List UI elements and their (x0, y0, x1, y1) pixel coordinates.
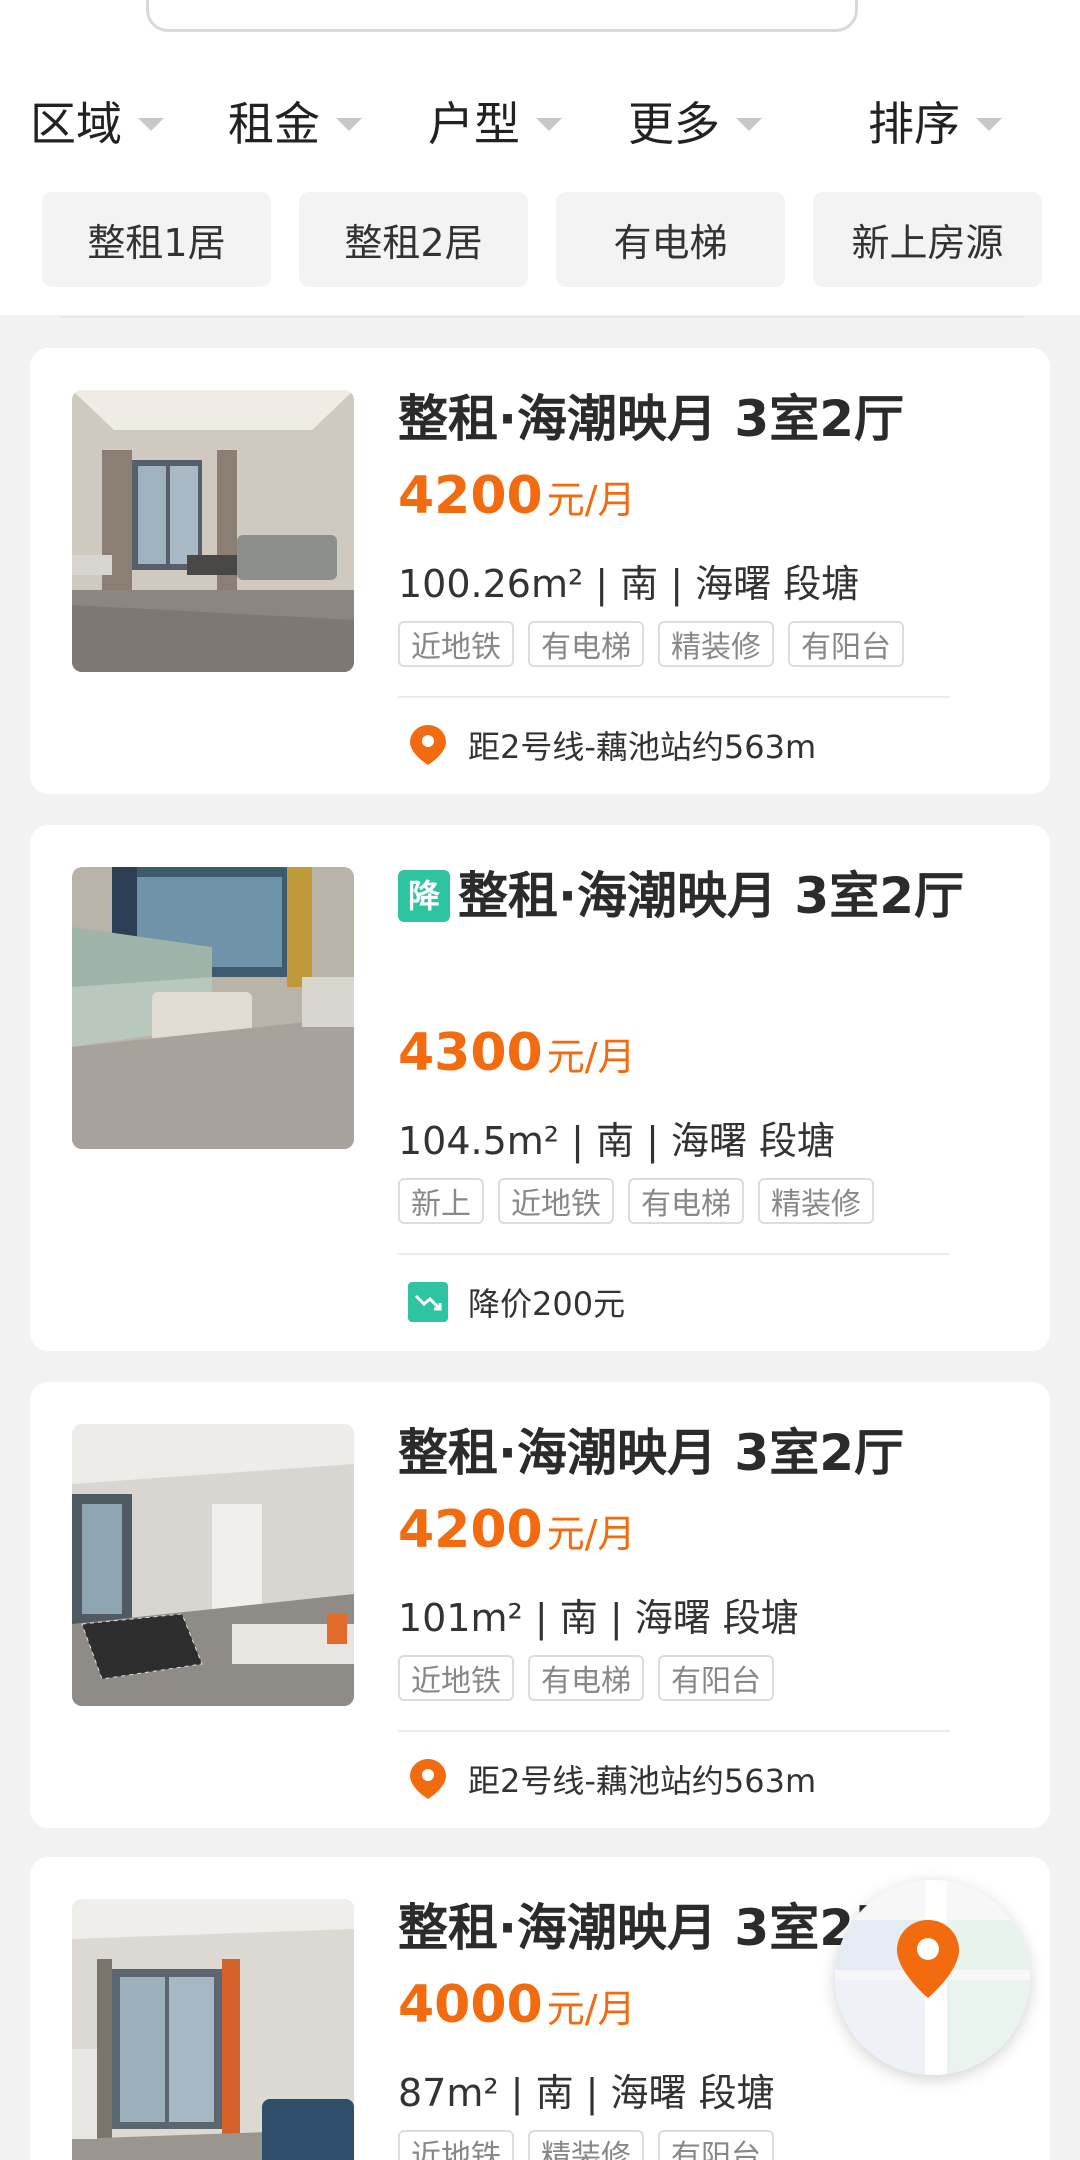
price-value: 4200 (398, 1500, 543, 1560)
listing-tag: 新上 (398, 1178, 484, 1224)
listing-meta: 87m² | 南 | 海曙 段塘 (398, 2071, 775, 2115)
price-unit: 元/月 (546, 1512, 636, 1556)
listing-tag: 近地铁 (398, 1655, 514, 1701)
quick-filter-bar: 整租1居 整租2居 有电梯 新上房源 (0, 192, 1080, 287)
listing-photo (72, 1424, 354, 1706)
quick-filter-chip[interactable]: 新上房源 (813, 192, 1042, 287)
listing-price: 4000 元/月 (398, 1975, 636, 2035)
search-box[interactable] (146, 0, 858, 32)
tag-list: 近地铁 精装修 有阳台 (398, 2130, 774, 2160)
listing-title-text: 整租·海潮映月 3室2厅 (458, 867, 964, 925)
map-pin-icon (835, 1880, 1030, 2075)
filter-rent[interactable]: 租金 (228, 85, 362, 157)
metro-distance-text: 距2号线-藕池站约563m (468, 1762, 817, 1800)
listing-tag: 近地铁 (498, 1178, 614, 1224)
filter-label: 区域 (30, 97, 122, 151)
listing-photo (72, 1899, 354, 2160)
listing-price: 4300 元/月 (398, 1023, 636, 1083)
listing-tag: 有阳台 (788, 621, 904, 667)
location-pin-icon (408, 1759, 448, 1799)
listing-tag: 近地铁 (398, 621, 514, 667)
caret-down-icon (138, 117, 164, 131)
listing-tag: 近地铁 (398, 2130, 514, 2160)
price-value: 4300 (398, 1023, 543, 1083)
filter-label: 排序 (868, 97, 960, 151)
listing-tag: 精装修 (658, 621, 774, 667)
tag-list: 近地铁 有电梯 有阳台 (398, 1655, 774, 1701)
caret-down-icon (976, 117, 1002, 131)
listing-meta: 104.5m² | 南 | 海曙 段塘 (398, 1119, 836, 1163)
listing-meta: 100.26m² | 南 | 海曙 段塘 (398, 562, 860, 606)
filter-layout[interactable]: 户型 (428, 85, 562, 157)
filter-sort[interactable]: 排序 (868, 85, 1002, 157)
listing-tag: 有电梯 (628, 1178, 744, 1224)
filter-bar: 区域 租金 户型 更多 排序 (0, 85, 1080, 157)
listing-photo (72, 867, 354, 1149)
listing-title: 降整租·海潮映月 3室2厅 (398, 861, 978, 931)
listing-meta: 101m² | 南 | 海曙 段塘 (398, 1596, 799, 1640)
listing-tag: 有阳台 (658, 2130, 774, 2160)
caret-down-icon (336, 117, 362, 131)
price-value: 4000 (398, 1975, 543, 2035)
location-pin-icon (408, 725, 448, 765)
listing-price: 4200 元/月 (398, 1500, 636, 1560)
divider (398, 696, 950, 698)
listing-tag: 有电梯 (528, 1655, 644, 1701)
quick-filter-chip[interactable]: 整租1居 (42, 192, 271, 287)
caret-down-icon (736, 117, 762, 131)
filter-label: 租金 (228, 97, 320, 151)
listing-price: 4200 元/月 (398, 466, 636, 526)
divider (60, 316, 1025, 318)
listing-title: 整租·海潮映月 3室2厅 (398, 390, 904, 448)
quick-filter-chip[interactable]: 整租2居 (299, 192, 528, 287)
listing-tag: 有电梯 (528, 621, 644, 667)
filter-label: 更多 (628, 97, 720, 151)
filter-more[interactable]: 更多 (628, 85, 762, 157)
filter-area[interactable]: 区域 (30, 85, 164, 157)
divider (398, 1730, 950, 1732)
listing-tag: 精装修 (758, 1178, 874, 1224)
listing-tag: 有阳台 (658, 1655, 774, 1701)
map-view-button[interactable] (835, 1880, 1030, 2075)
divider (398, 1253, 950, 1255)
caret-down-icon (536, 117, 562, 131)
tag-list: 近地铁 有电梯 精装修 有阳台 (398, 621, 904, 667)
listing-card[interactable]: 整租·海潮映月 3室2厅 4200 元/月 100.26m² | 南 | 海曙 … (30, 348, 1050, 794)
quick-filter-chip[interactable]: 有电梯 (556, 192, 785, 287)
price-drop-icon (408, 1282, 448, 1322)
listing-title: 整租·海潮映月 3室2厅 (398, 1424, 904, 1482)
price-drop-badge: 降 (398, 870, 450, 922)
price-drop-text: 降价200元 (468, 1285, 626, 1323)
price-unit: 元/月 (546, 478, 636, 522)
listing-card[interactable]: 整租·海潮映月 3室2厅 4200 元/月 101m² | 南 | 海曙 段塘 … (30, 1382, 1050, 1828)
price-unit: 元/月 (546, 1035, 636, 1079)
filter-label: 户型 (428, 97, 520, 151)
price-drop-info: 降价200元 (408, 1279, 625, 1325)
price-unit: 元/月 (546, 1987, 636, 2031)
listing-photo (72, 390, 354, 672)
metro-distance: 距2号线-藕池站约563m (408, 1756, 816, 1802)
metro-distance: 距2号线-藕池站约563m (408, 722, 816, 768)
tag-list: 新上 近地铁 有电梯 精装修 (398, 1178, 874, 1224)
listing-tag: 精装修 (528, 2130, 644, 2160)
metro-distance-text: 距2号线-藕池站约563m (468, 728, 817, 766)
price-value: 4200 (398, 466, 543, 526)
listing-card[interactable]: 降整租·海潮映月 3室2厅 4300 元/月 104.5m² | 南 | 海曙 … (30, 825, 1050, 1351)
